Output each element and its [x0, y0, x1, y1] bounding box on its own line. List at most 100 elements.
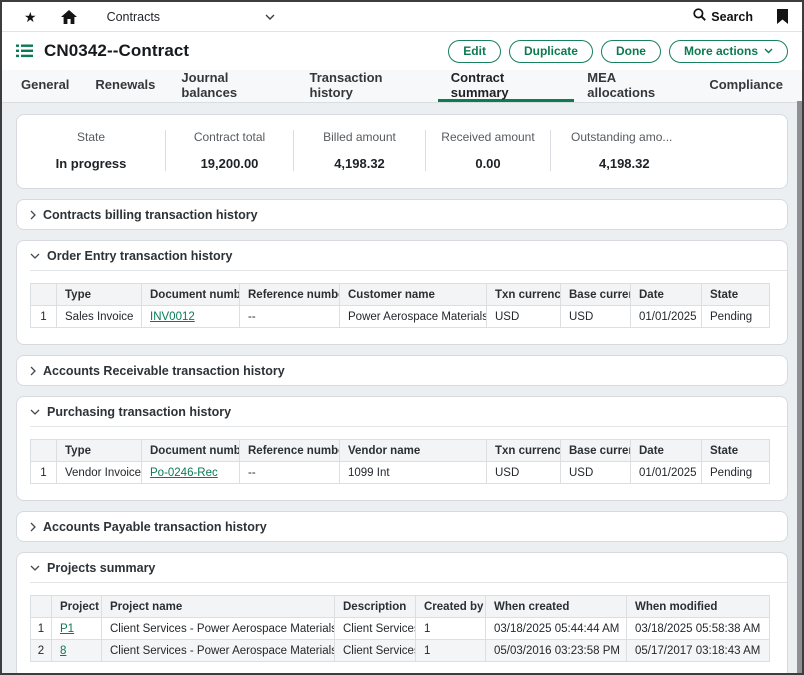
column-header[interactable]: Customer name	[340, 284, 487, 306]
column-header[interactable]: Txn currency	[487, 284, 561, 306]
cell-txn-currency: USD	[487, 306, 561, 328]
cell-description: Client Services	[335, 618, 416, 640]
cell-description: Client Services	[335, 640, 416, 662]
more-actions-button[interactable]: More actions	[669, 40, 788, 63]
section-title: Purchasing transaction history	[47, 405, 231, 419]
order-entry-table-wrap: Type Document number Reference number Cu…	[17, 271, 787, 344]
row-number: 2	[31, 640, 52, 662]
duplicate-button[interactable]: Duplicate	[509, 40, 593, 63]
column-header[interactable]: Reference number	[240, 440, 340, 462]
document-number-link[interactable]: INV0012	[150, 311, 195, 323]
vertical-scrollbar[interactable]	[797, 101, 802, 673]
metric-received-amount: Received amount 0.00	[425, 130, 550, 171]
row-number-header	[31, 440, 57, 462]
cell-created-by: 1	[416, 618, 486, 640]
tab-general[interactable]: General	[8, 70, 82, 102]
list-icon[interactable]	[16, 44, 33, 58]
more-actions-label: More actions	[684, 44, 758, 58]
section-order-entry: Order Entry transaction history Type Doc…	[16, 240, 788, 345]
metric-state: State In progress	[17, 130, 165, 171]
column-header[interactable]: State	[702, 440, 770, 462]
cell-project-name: Client Services - Power Aerospace Materi…	[102, 640, 335, 662]
cell-when-created: 05/03/2016 03:23:58 PM	[486, 640, 627, 662]
search-label: Search	[711, 10, 753, 24]
tab-compliance[interactable]: Compliance	[696, 70, 796, 102]
metric-billed-amount: Billed amount 4,198.32	[293, 130, 425, 171]
global-search[interactable]: Search	[693, 8, 753, 26]
module-selector[interactable]: Contracts	[107, 10, 275, 24]
table-header-row: Type Document number Reference number Ve…	[31, 440, 770, 462]
cell-when-modified: 05/17/2017 03:18:43 AM	[627, 640, 770, 662]
home-icon[interactable]	[61, 10, 77, 24]
tab-mea-allocations[interactable]: MEA allocations	[574, 70, 696, 102]
column-header[interactable]: Txn currency	[487, 440, 561, 462]
row-number: 1	[31, 306, 57, 328]
tab-bar: General Renewals Journal balances Transa…	[2, 70, 802, 103]
metric-outstanding-amount: Outstanding amo... 4,198.32	[550, 130, 782, 171]
section-header-contracts-billing[interactable]: Contracts billing transaction history	[17, 200, 787, 229]
tab-contract-summary[interactable]: Contract summary	[438, 70, 574, 102]
edit-button[interactable]: Edit	[448, 40, 501, 63]
metric-label: Received amount	[441, 130, 534, 144]
tab-journal-balances[interactable]: Journal balances	[168, 70, 296, 102]
favorite-star-icon[interactable]: ★	[24, 10, 37, 24]
order-entry-table: Type Document number Reference number Cu…	[30, 283, 770, 328]
chevron-right-icon	[30, 522, 36, 532]
column-header[interactable]: Reference number	[240, 284, 340, 306]
column-header[interactable]: Description	[335, 596, 416, 618]
section-title: Order Entry transaction history	[47, 249, 232, 263]
column-header[interactable]: Vendor name	[340, 440, 487, 462]
metric-label: Billed amount	[323, 130, 396, 144]
table-row: 1 Vendor Invoice Po-0246-Rec -- 1099 Int…	[31, 462, 770, 484]
chevron-down-icon	[30, 253, 40, 259]
section-purchasing: Purchasing transaction history Type Docu…	[16, 396, 788, 501]
column-header[interactable]: When created	[486, 596, 627, 618]
column-header[interactable]: Base currency	[561, 440, 631, 462]
column-header[interactable]: Project	[52, 596, 102, 618]
column-header[interactable]: Date	[631, 440, 702, 462]
record-actions: Edit Duplicate Done More actions	[448, 40, 788, 63]
project-link[interactable]: P1	[60, 623, 74, 635]
tab-renewals[interactable]: Renewals	[82, 70, 168, 102]
cell-type: Sales Invoice	[57, 306, 142, 328]
cell-date: 01/01/2025	[631, 306, 702, 328]
section-header-purchasing[interactable]: Purchasing transaction history	[17, 397, 787, 426]
cell-customer-name: Power Aerospace Materials	[340, 306, 487, 328]
project-link[interactable]: 8	[60, 645, 66, 657]
summary-metrics-card: State In progress Contract total 19,200.…	[16, 114, 788, 189]
column-header[interactable]: State	[702, 284, 770, 306]
column-header[interactable]: Document number	[142, 440, 240, 462]
cell-reference-number: --	[240, 462, 340, 484]
column-header[interactable]: Base currency	[561, 284, 631, 306]
record-header: CN0342--Contract Edit Duplicate Done Mor…	[2, 32, 802, 70]
table-row: 1 P1 Client Services - Power Aerospace M…	[31, 618, 770, 640]
tab-transaction-history[interactable]: Transaction history	[297, 70, 438, 102]
column-header[interactable]: Type	[57, 440, 142, 462]
column-header[interactable]: Document number	[142, 284, 240, 306]
column-header[interactable]: Date	[631, 284, 702, 306]
section-header-accounts-payable[interactable]: Accounts Payable transaction history	[17, 512, 787, 541]
column-header[interactable]: Project name	[102, 596, 335, 618]
table-header-row: Project Project name Description Created…	[31, 596, 770, 618]
chevron-right-icon	[30, 366, 36, 376]
metric-value: 4,198.32	[334, 156, 385, 171]
column-header[interactable]: When modified	[627, 596, 770, 618]
chevron-right-icon	[30, 210, 36, 220]
column-header[interactable]: Type	[57, 284, 142, 306]
table-row: 2 8 Client Services - Power Aerospace Ma…	[31, 640, 770, 662]
app-window: ★ Contracts Search	[0, 0, 804, 675]
module-selector-label: Contracts	[107, 10, 161, 24]
cell-vendor-name: 1099 Int	[340, 462, 487, 484]
cell-txn-currency: USD	[487, 462, 561, 484]
section-header-accounts-receivable[interactable]: Accounts Receivable transaction history	[17, 356, 787, 385]
bookmark-icon[interactable]	[777, 9, 788, 24]
document-number-link[interactable]: Po-0246-Rec	[150, 467, 218, 479]
table-row: 1 Sales Invoice INV0012 -- Power Aerospa…	[31, 306, 770, 328]
section-header-order-entry[interactable]: Order Entry transaction history	[17, 241, 787, 270]
column-header[interactable]: Created by	[416, 596, 486, 618]
section-header-projects-summary[interactable]: Projects summary	[17, 553, 787, 582]
done-button[interactable]: Done	[601, 40, 661, 63]
cell-date: 01/01/2025	[631, 462, 702, 484]
row-number-header	[31, 284, 57, 306]
metric-label: Outstanding amo...	[571, 130, 672, 144]
